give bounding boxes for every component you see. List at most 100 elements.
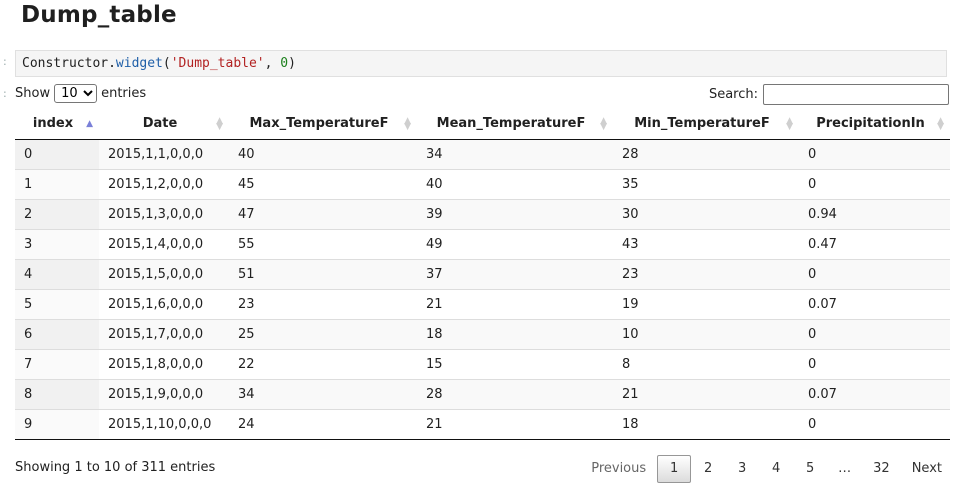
column-header-5[interactable]: PrecipitationIn ▲ ▼ xyxy=(799,109,950,140)
table-cell-mean_temperaturef: 15 xyxy=(417,348,613,379)
code-close-paren: ) xyxy=(288,56,296,71)
page-button[interactable]: 32 xyxy=(862,456,901,482)
search-input[interactable] xyxy=(763,84,949,105)
table-cell-precipitationin: 0 xyxy=(799,258,950,289)
table-row[interactable]: 0 2015,1,1,0,0,0 40 34 28 0 xyxy=(15,139,950,169)
pagination: Previous 1 2 3 4 5 … 32 Next xyxy=(580,455,953,483)
next-page-button[interactable]: Next xyxy=(901,456,953,482)
table-cell-date: 2015,1,7,0,0,0 xyxy=(99,318,229,349)
table-cell-max_temperaturef: 25 xyxy=(229,318,417,349)
table-cell-min_temperaturef: 43 xyxy=(613,228,799,259)
column-header-label: Min_TemperatureF xyxy=(634,116,770,132)
sort-arrows-icon: ▲ ▼ xyxy=(404,115,411,132)
sort-arrows-icon: ▲ xyxy=(86,118,93,129)
table-row[interactable]: 6 2015,1,7,0,0,0 25 18 10 0 xyxy=(15,318,950,349)
table-cell-index: 1 xyxy=(15,168,99,199)
page-button[interactable]: 4 xyxy=(759,456,793,482)
table-cell-date: 2015,1,5,0,0,0 xyxy=(99,258,229,289)
column-header-4[interactable]: Min_TemperatureF ▲ ▼ xyxy=(613,109,799,140)
table-cell-date: 2015,1,1,0,0,0 xyxy=(99,139,229,169)
table-cell-precipitationin: 0.07 xyxy=(799,288,950,319)
column-header-label: PrecipitationIn xyxy=(816,116,925,132)
table-cell-mean_temperaturef: 18 xyxy=(417,318,613,349)
sort-arrows-icon: ▲ ▼ xyxy=(786,115,793,132)
table-cell-mean_temperaturef: 28 xyxy=(417,378,613,409)
table-cell-precipitationin: 0.07 xyxy=(799,378,950,409)
table-cell-max_temperaturef: 22 xyxy=(229,348,417,379)
table-row[interactable]: 2 2015,1,3,0,0,0 47 39 30 0.94 xyxy=(15,198,950,229)
page-button[interactable]: 2 xyxy=(691,456,725,482)
table-cell-mean_temperaturef: 34 xyxy=(417,139,613,169)
page-button[interactable]: 5 xyxy=(793,456,827,482)
table-cell-mean_temperaturef: 37 xyxy=(417,258,613,289)
table-cell-min_temperaturef: 8 xyxy=(613,348,799,379)
page-button[interactable]: 1 xyxy=(657,455,692,483)
page-title: Dump_table xyxy=(21,2,177,28)
table-cell-index: 7 xyxy=(15,348,99,379)
table-cell-precipitationin: 0 xyxy=(799,139,950,169)
table-row[interactable]: 5 2015,1,6,0,0,0 23 21 19 0.07 xyxy=(15,288,950,319)
table-cell-index: 6 xyxy=(15,318,99,349)
table-cell-max_temperaturef: 45 xyxy=(229,168,417,199)
table-row[interactable]: 3 2015,1,4,0,0,0 55 49 43 0.47 xyxy=(15,228,950,259)
pagination-ellipsis: … xyxy=(838,461,852,476)
column-header-0[interactable]: index ▲ xyxy=(15,109,99,140)
table-cell-precipitationin: 0 xyxy=(799,318,950,349)
table-cell-date: 2015,1,9,0,0,0 xyxy=(99,378,229,409)
column-header-3[interactable]: Mean_TemperatureF ▲ ▼ xyxy=(417,109,613,140)
table-row[interactable]: 7 2015,1,8,0,0,0 22 15 8 0 xyxy=(15,348,950,379)
search-control: Search: xyxy=(709,84,949,105)
column-header-2[interactable]: Max_TemperatureF ▲ ▼ xyxy=(229,109,417,140)
table-cell-index: 3 xyxy=(15,228,99,259)
table-header-row: index ▲ Date ▲ ▼ Max_TemperatureF ▲ ▼ Mean_Tempe… xyxy=(15,109,950,140)
table-cell-min_temperaturef: 21 xyxy=(613,378,799,409)
table-cell-index: 9 xyxy=(15,408,99,439)
length-suffix: entries xyxy=(101,86,147,101)
table-cell-min_temperaturef: 23 xyxy=(613,258,799,289)
table-cell-index: 8 xyxy=(15,378,99,409)
page-button[interactable]: 3 xyxy=(725,456,759,482)
column-header-label: Date xyxy=(142,116,178,132)
table-cell-max_temperaturef: 23 xyxy=(229,288,417,319)
table-cell-precipitationin: 0 xyxy=(799,168,950,199)
data-table: index ▲ Date ▲ ▼ Max_TemperatureF ▲ ▼ Mean_Tempe… xyxy=(15,109,950,440)
table-cell-min_temperaturef: 28 xyxy=(613,139,799,169)
table-cell-date: 2015,1,2,0,0,0 xyxy=(99,168,229,199)
table-cell-max_temperaturef: 55 xyxy=(229,228,417,259)
previous-page-button[interactable]: Previous xyxy=(580,456,657,482)
table-cell-date: 2015,1,4,0,0,0 xyxy=(99,228,229,259)
table-row[interactable]: 9 2015,1,10,0,0,0 24 21 18 0 xyxy=(15,408,950,439)
code-open-paren: ( xyxy=(162,56,171,71)
table-cell-date: 2015,1,10,0,0,0 xyxy=(99,408,229,439)
table-row[interactable]: 8 2015,1,9,0,0,0 34 28 21 0.07 xyxy=(15,378,950,409)
column-header-label: index xyxy=(32,116,74,132)
table-cell-index: 0 xyxy=(15,139,99,169)
table-cell-index: 4 xyxy=(15,258,99,289)
sort-arrows-icon: ▲ ▼ xyxy=(937,115,944,132)
table-cell-max_temperaturef: 51 xyxy=(229,258,417,289)
table-row[interactable]: 1 2015,1,2,0,0,0 45 40 35 0 xyxy=(15,168,950,199)
table-cell-precipitationin: 0 xyxy=(799,348,950,379)
sort-arrows-icon: ▲ ▼ xyxy=(216,115,223,132)
code-dot: . xyxy=(108,56,116,71)
entries-length-control: Show 10 entries xyxy=(15,84,146,103)
table-cell-date: 2015,1,8,0,0,0 xyxy=(99,348,229,379)
table-row[interactable]: 4 2015,1,5,0,0,0 51 37 23 0 xyxy=(15,258,950,289)
table-cell-mean_temperaturef: 49 xyxy=(417,228,613,259)
code-cell[interactable]: Constructor.widget('Dump_table', 0) xyxy=(15,50,947,77)
length-prefix: Show xyxy=(15,86,51,101)
table-cell-mean_temperaturef: 40 xyxy=(417,168,613,199)
table-cell-mean_temperaturef: 21 xyxy=(417,408,613,439)
table-cell-min_temperaturef: 19 xyxy=(613,288,799,319)
column-header-1[interactable]: Date ▲ ▼ xyxy=(99,109,229,140)
table-cell-mean_temperaturef: 21 xyxy=(417,288,613,319)
table-cell-index: 2 xyxy=(15,198,99,229)
table-cell-max_temperaturef: 24 xyxy=(229,408,417,439)
table-cell-index: 5 xyxy=(15,288,99,319)
table-body: 0 2015,1,1,0,0,0 40 34 28 0 1 2015,1,2,0,0,0 45 4… xyxy=(15,139,950,439)
table-cell-max_temperaturef: 40 xyxy=(229,139,417,169)
entries-per-page-select[interactable]: 10 xyxy=(54,84,98,103)
table-cell-precipitationin: 0.47 xyxy=(799,228,950,259)
code-number-arg: 0 xyxy=(280,56,289,71)
table-cell-max_temperaturef: 47 xyxy=(229,198,417,229)
